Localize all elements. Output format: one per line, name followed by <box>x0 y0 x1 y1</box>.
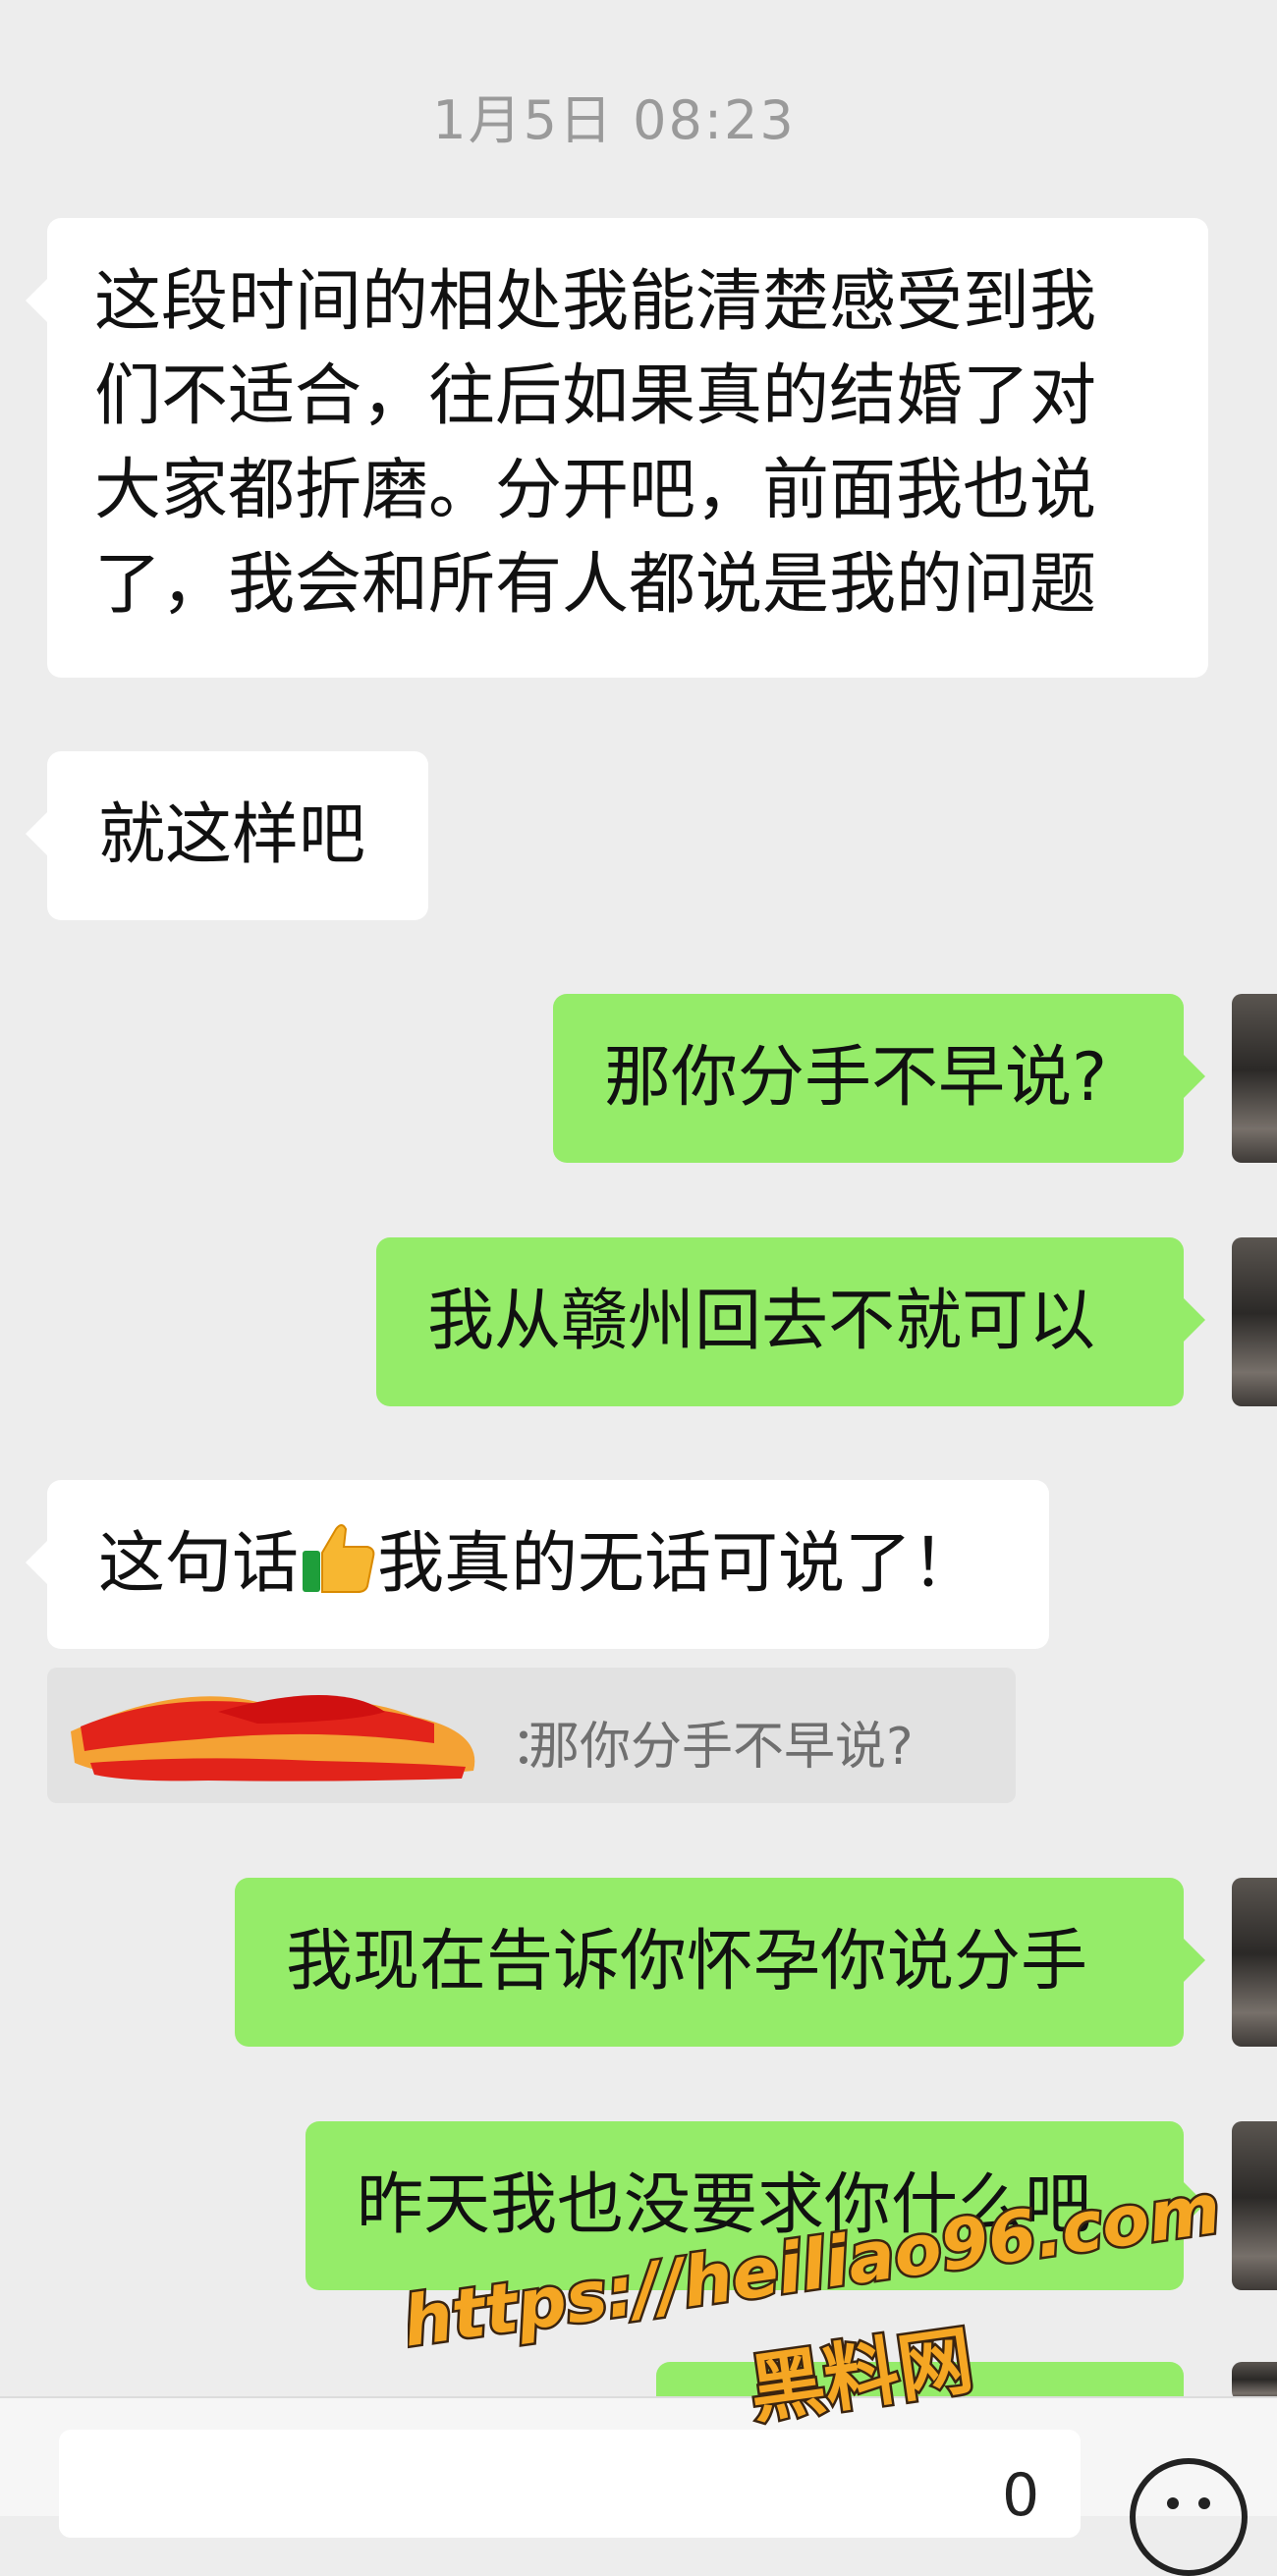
incoming-message-bubble[interactable]: 这句话 我真的无话可说了！ <box>26 1480 1049 1649</box>
outgoing-message-bubble[interactable]: 那你分手不早说? <box>553 994 1205 1163</box>
message-text: 我真的无话可说了！ <box>377 1525 979 1603</box>
message-text: 这句话 <box>98 1525 300 1603</box>
bubble-tail <box>26 812 47 855</box>
emoji-eye <box>1167 2497 1179 2509</box>
message-line: 大家都折磨。分开吧，前面我也说 <box>94 452 1097 529</box>
bubble-tail <box>26 279 47 322</box>
user-avatar[interactable] <box>1232 1878 1277 2047</box>
watermark: https://heiliao96.com 黑料网 <box>408 2165 1228 2436</box>
thumbs-up-emoji-icon <box>299 1517 377 1621</box>
watermark-url: https://heiliao96.com <box>408 2168 1225 2363</box>
bubble-tail <box>1184 1298 1205 1342</box>
user-avatar[interactable] <box>1232 2121 1277 2290</box>
message-line: 们不适合，往后如果真的结婚了对 <box>94 357 1097 435</box>
bubble-tail <box>1184 1939 1205 1982</box>
quote-text: 那你分手不早说? <box>528 1718 914 1777</box>
watermark-label: 黑料网 <box>745 2316 978 2434</box>
message-line: 了，我会和所有人都说是我的问题 <box>94 546 1097 624</box>
message-text: 那你分手不早说? <box>604 1039 1108 1117</box>
message-text: 我从赣州回去不就可以 <box>427 1283 1096 1360</box>
incoming-message-bubble[interactable]: 这段时间的相处我能清楚感受到我 们不适合，往后如果真的结婚了对 大家都折磨。分开… <box>26 218 1208 678</box>
outgoing-message-bubble[interactable]: 我现在告诉你怀孕你说分手 <box>235 1878 1205 2047</box>
message-text: 我现在告诉你怀孕你说分手 <box>286 1923 1088 2001</box>
message-line: 这段时间的相处我能清楚感受到我 <box>94 263 1097 341</box>
message-text: 就这样吧 <box>98 796 366 874</box>
incoming-message-bubble[interactable]: 就这样吧 <box>26 751 428 920</box>
emoji-eye <box>1198 2497 1210 2509</box>
user-avatar[interactable] <box>1232 994 1277 1163</box>
user-avatar[interactable] <box>1232 2362 1277 2401</box>
bubble-tail <box>26 1541 47 1584</box>
bubble-tail <box>1184 1055 1205 1098</box>
user-avatar[interactable] <box>1232 1237 1277 1406</box>
redaction-scribble <box>71 1695 475 1781</box>
outgoing-message-bubble[interactable]: 我从赣州回去不就可以 <box>376 1237 1205 1406</box>
chat-timestamp: 1月5日 08:23 <box>432 89 796 151</box>
